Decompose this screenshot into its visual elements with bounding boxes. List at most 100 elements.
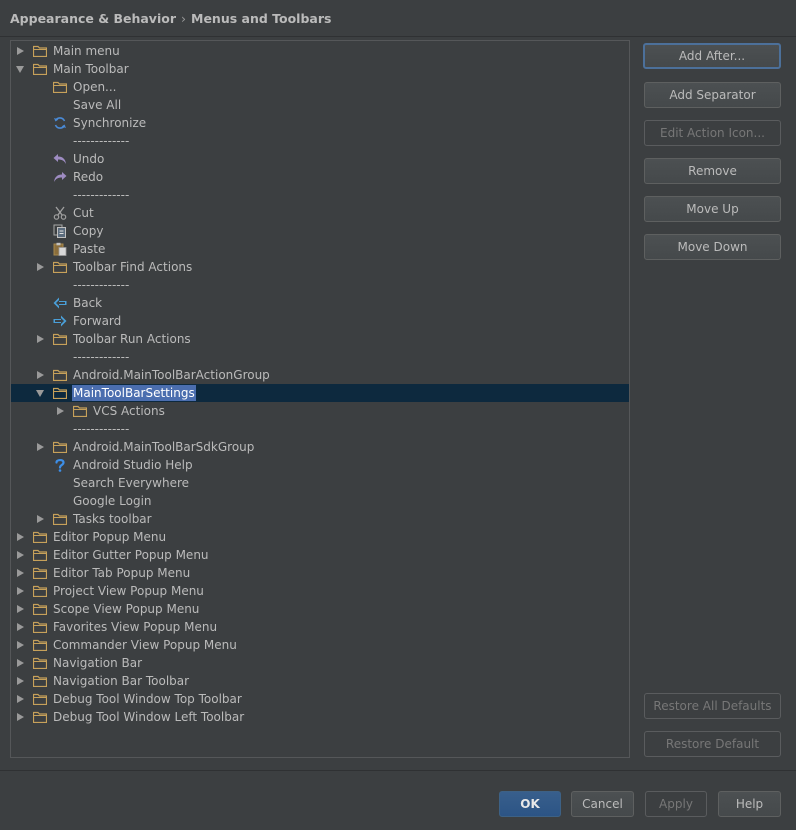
tree-row[interactable]: Synchronize: [11, 114, 629, 132]
ok-button[interactable]: OK: [499, 791, 561, 817]
folder-icon: [32, 44, 48, 58]
tree-row[interactable]: Navigation Bar: [11, 654, 629, 672]
folder-icon: [32, 62, 48, 76]
tree-row[interactable]: Google Login: [11, 492, 629, 510]
tree-row[interactable]: Commander View Popup Menu: [11, 636, 629, 654]
tree-row-label: Forward: [73, 314, 122, 328]
tree-row-label: Scope View Popup Menu: [53, 602, 200, 616]
tree-row[interactable]: VCS Actions: [11, 402, 629, 420]
tree-row-label: Paste: [73, 242, 106, 256]
folder-icon: [52, 332, 68, 346]
folder-icon: [52, 80, 68, 94]
tree-row[interactable]: Debug Tool Window Left Toolbar: [11, 708, 629, 726]
edit-action-icon-button[interactable]: Edit Action Icon...: [644, 120, 781, 146]
tree-row[interactable]: Favorites View Popup Menu: [11, 618, 629, 636]
tree-row[interactable]: Editor Popup Menu: [11, 528, 629, 546]
tree-row[interactable]: -------------: [11, 132, 629, 150]
move-up-button[interactable]: Move Up: [644, 196, 781, 222]
expand-arrow-icon[interactable]: [15, 604, 25, 614]
tree-row[interactable]: Main menu: [11, 42, 629, 60]
tree-row[interactable]: Debug Tool Window Top Toolbar: [11, 690, 629, 708]
move-down-button[interactable]: Move Down: [644, 234, 781, 260]
apply-button[interactable]: Apply: [645, 791, 707, 817]
tree-row[interactable]: -------------: [11, 186, 629, 204]
tree-row-label: Android Studio Help: [73, 458, 193, 472]
tree-row-label: Search Everywhere: [73, 476, 189, 490]
help-button[interactable]: Help: [718, 791, 781, 817]
separator-label: -------------: [73, 134, 130, 148]
tree-row[interactable]: Paste: [11, 240, 629, 258]
breadcrumb: Appearance & Behavior › Menus and Toolbars: [10, 11, 331, 31]
cancel-button[interactable]: Cancel: [571, 791, 634, 817]
tree-row[interactable]: Tasks toolbar: [11, 510, 629, 528]
cut-icon: [52, 206, 68, 220]
tree-row[interactable]: Cut: [11, 204, 629, 222]
tree-row[interactable]: -------------: [11, 276, 629, 294]
expand-arrow-icon[interactable]: [15, 46, 25, 56]
expand-arrow-icon[interactable]: [15, 694, 25, 704]
expand-arrow-icon[interactable]: [55, 406, 65, 416]
remove-button[interactable]: Remove: [644, 158, 781, 184]
expand-arrow-icon[interactable]: [35, 334, 45, 344]
tree-row[interactable]: Main Toolbar: [11, 60, 629, 78]
copy-icon: [52, 224, 68, 238]
tree-row-label: Toolbar Run Actions: [73, 332, 191, 346]
tree-row[interactable]: Editor Gutter Popup Menu: [11, 546, 629, 564]
collapse-arrow-icon[interactable]: [15, 64, 25, 74]
folder-icon: [32, 656, 48, 670]
tree-row[interactable]: MainToolBarSettings: [11, 384, 629, 402]
tree-row[interactable]: Editor Tab Popup Menu: [11, 564, 629, 582]
tree-row-label: Debug Tool Window Top Toolbar: [53, 692, 242, 706]
tree-row[interactable]: Android.MainToolBarActionGroup: [11, 366, 629, 384]
add-after-button[interactable]: Add After...: [643, 43, 781, 69]
expand-arrow-icon[interactable]: [15, 658, 25, 668]
tree-row[interactable]: Android Studio Help: [11, 456, 629, 474]
separator-label: -------------: [73, 188, 130, 202]
tree-row[interactable]: Scope View Popup Menu: [11, 600, 629, 618]
tree-row[interactable]: Forward: [11, 312, 629, 330]
folder-icon: [32, 674, 48, 688]
expand-arrow-icon[interactable]: [35, 514, 45, 524]
expand-arrow-icon[interactable]: [15, 676, 25, 686]
tree-row[interactable]: Save All: [11, 96, 629, 114]
expand-arrow-icon[interactable]: [15, 568, 25, 578]
tree-row-label: Android.MainToolBarActionGroup: [73, 368, 270, 382]
tree-row[interactable]: Project View Popup Menu: [11, 582, 629, 600]
expand-arrow-icon[interactable]: [35, 262, 45, 272]
tree-row-label: Main Toolbar: [53, 62, 129, 76]
breadcrumb-separator: ›: [181, 11, 186, 26]
tree-row[interactable]: Toolbar Run Actions: [11, 330, 629, 348]
actions-tree[interactable]: Main menu Main Toolbar Open... Save All Sync…: [10, 40, 630, 758]
expand-arrow-icon[interactable]: [15, 640, 25, 650]
expand-arrow-icon[interactable]: [15, 712, 25, 722]
tree-row[interactable]: Navigation Bar Toolbar: [11, 672, 629, 690]
tree-row[interactable]: -------------: [11, 420, 629, 438]
add-separator-button[interactable]: Add Separator: [644, 82, 781, 108]
expand-arrow-icon[interactable]: [15, 550, 25, 560]
expand-arrow-icon[interactable]: [35, 442, 45, 452]
tree-row[interactable]: Android.MainToolBarSdkGroup: [11, 438, 629, 456]
expand-arrow-icon[interactable]: [15, 622, 25, 632]
tree-row[interactable]: Redo: [11, 168, 629, 186]
tree-row[interactable]: Open...: [11, 78, 629, 96]
tree-row[interactable]: -------------: [11, 348, 629, 366]
tree-row[interactable]: Toolbar Find Actions: [11, 258, 629, 276]
tree-row-label: Navigation Bar Toolbar: [53, 674, 190, 688]
collapse-arrow-icon[interactable]: [35, 388, 45, 398]
tree-row-label: Android.MainToolBarSdkGroup: [73, 440, 255, 454]
restore-default-button[interactable]: Restore Default: [644, 731, 781, 757]
folder-icon: [32, 548, 48, 562]
folder-icon: [32, 710, 48, 724]
tree-row[interactable]: Undo: [11, 150, 629, 168]
expand-arrow-icon[interactable]: [15, 532, 25, 542]
expand-arrow-icon[interactable]: [35, 370, 45, 380]
paste-icon: [52, 242, 68, 256]
restore-all-defaults-button[interactable]: Restore All Defaults: [644, 693, 781, 719]
tree-row[interactable]: Copy: [11, 222, 629, 240]
folder-icon: [32, 638, 48, 652]
sync-icon: [52, 116, 68, 130]
tree-row[interactable]: Search Everywhere: [11, 474, 629, 492]
folder-icon: [72, 404, 88, 418]
tree-row[interactable]: Back: [11, 294, 629, 312]
expand-arrow-icon[interactable]: [15, 586, 25, 596]
